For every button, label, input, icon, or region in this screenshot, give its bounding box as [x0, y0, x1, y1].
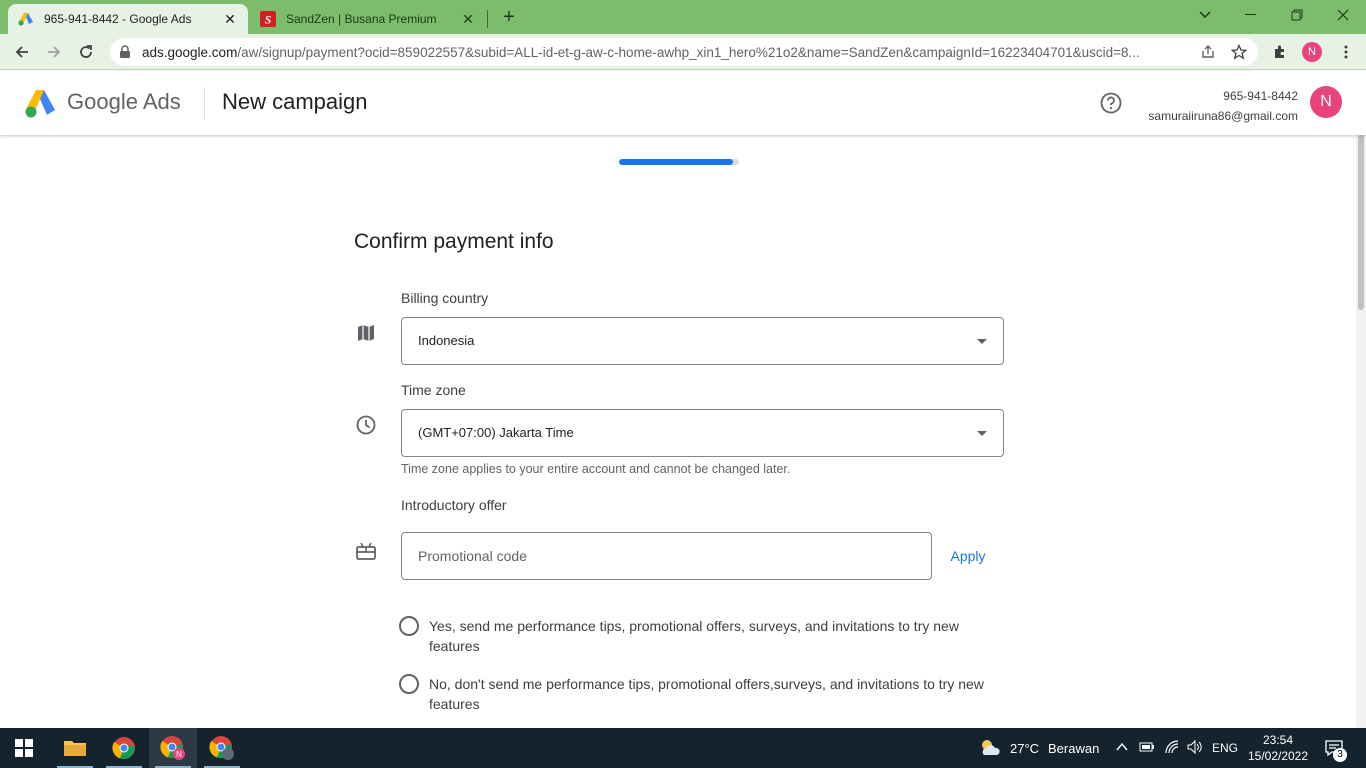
google-ads-icon [18, 13, 33, 26]
billing-country-value: Indonesia [418, 333, 475, 348]
wifi-icon[interactable] [1164, 739, 1180, 755]
close-tab-icon[interactable]: ✕ [222, 11, 238, 27]
folder-icon [64, 741, 86, 756]
file-explorer-button[interactable] [51, 728, 99, 768]
chrome-button-1[interactable] [100, 728, 148, 768]
chrome-icon [112, 737, 135, 760]
chrome-button-3[interactable] [198, 728, 246, 768]
billing-country-label: Billing country [401, 290, 489, 306]
google-ads-logo[interactable] [24, 88, 56, 118]
opt-in-no-label: No, don't send me performance tips, prom… [429, 676, 984, 712]
tab-google-ads[interactable]: 965-941-8442 - Google Ads ✕ [8, 4, 248, 34]
chrome-profile-icon [209, 736, 234, 760]
browser-tab-strip: 965-941-8442 - Google Ads ✕ S SandZen | … [0, 0, 1366, 34]
apply-button[interactable]: Apply [941, 540, 995, 572]
tab-sandzen[interactable]: S SandZen | Busana Premium ✕ [250, 4, 486, 34]
clock-date: 15/02/2022 [1247, 749, 1309, 763]
page-title: New campaign [222, 89, 368, 114]
reload-button[interactable] [74, 40, 98, 64]
tab-title: 965-941-8442 - Google Ads [44, 12, 192, 26]
url-text: ads.google.com/aw/signup/payment?ocid=85… [142, 45, 1140, 60]
tab-title: SandZen | Busana Premium [286, 12, 437, 26]
scrollbar-thumb[interactable] [1358, 135, 1364, 310]
ads-brand-name: Google Ads [67, 89, 181, 114]
dropdown-arrow-icon [977, 431, 987, 436]
ads-header: Google Ads New campaign 965-941-8442 sam… [0, 71, 1366, 135]
account-avatar[interactable]: N [1310, 86, 1342, 118]
gift-card-icon [356, 542, 376, 560]
back-button[interactable] [10, 40, 34, 64]
intro-offer-label: Introductory offer [401, 497, 507, 513]
time-zone-value: (GMT+07:00) Jakarta Time [418, 425, 574, 440]
chrome-profile-icon: N [160, 736, 185, 760]
svg-text:S: S [265, 13, 272, 27]
radio-button[interactable] [399, 616, 419, 636]
time-zone-hint: Time zone applies to your entire account… [401, 462, 791, 476]
tab-divider [487, 10, 488, 28]
account-id: 965-941-8442 [1223, 89, 1298, 103]
map-icon [358, 325, 374, 341]
forward-button[interactable] [42, 40, 66, 64]
restore-button[interactable] [1274, 0, 1320, 30]
weather-desc[interactable]: Berawan [1048, 741, 1099, 756]
bookmark-star-icon[interactable] [1231, 44, 1247, 60]
svg-text:N: N [176, 750, 182, 759]
new-tab-button[interactable]: + [497, 6, 521, 28]
weather-temp[interactable]: 27°C [1010, 741, 1039, 756]
account-email: samuraiiruna86@gmail.com [1148, 109, 1298, 123]
progress-fill [619, 159, 733, 165]
close-window-button[interactable] [1320, 0, 1366, 30]
battery-icon[interactable] [1139, 740, 1155, 754]
more-menu-icon[interactable] [1338, 44, 1354, 60]
extensions-icon[interactable] [1272, 44, 1288, 60]
windows-logo-icon [15, 739, 33, 757]
opt-in-yes-label: Yes, send me performance tips, promotion… [429, 618, 959, 654]
language-indicator[interactable]: ENG [1212, 741, 1238, 755]
time-zone-select[interactable]: (GMT+07:00) Jakarta Time [401, 409, 1004, 457]
help-icon[interactable] [1100, 92, 1122, 114]
start-button[interactable] [0, 728, 48, 768]
share-icon[interactable] [1200, 44, 1216, 60]
close-tab-icon[interactable]: ✕ [460, 11, 476, 27]
clock-time: 23:54 [1262, 733, 1294, 747]
header-divider [204, 87, 205, 119]
radio-button[interactable] [399, 674, 419, 694]
system-clock[interactable]: 23:54 15/02/2022 [1246, 732, 1310, 764]
section-title: Confirm payment info [354, 230, 554, 253]
clock-icon [356, 415, 376, 435]
browser-toolbar: ads.google.com/aw/signup/payment?ocid=85… [0, 34, 1366, 70]
promo-code-input[interactable] [401, 532, 932, 580]
page-scrollbar[interactable] [1356, 135, 1366, 728]
weather-cloudy-icon[interactable] [978, 737, 1002, 759]
volume-icon[interactable] [1186, 739, 1204, 755]
chrome-button-2[interactable]: N [149, 728, 197, 768]
signup-progress-bar [619, 159, 739, 165]
dropdown-arrow-icon [977, 339, 987, 344]
lock-icon[interactable] [118, 45, 132, 59]
windows-taskbar: N 27°C Berawan ENG 23:54 15/02/2022 3 [0, 728, 1366, 768]
notification-count-badge: 3 [1333, 748, 1347, 762]
tab-search-icon[interactable] [1182, 0, 1228, 30]
sandzen-icon: S [260, 11, 276, 27]
chevron-up-icon[interactable] [1116, 742, 1128, 752]
billing-country-select[interactable]: Indonesia [401, 317, 1004, 365]
profile-avatar[interactable]: N [1302, 42, 1322, 62]
minimize-button[interactable] [1228, 0, 1274, 30]
address-bar[interactable]: ads.google.com/aw/signup/payment?ocid=85… [110, 38, 1258, 66]
time-zone-label: Time zone [401, 382, 466, 398]
main-content: Confirm payment info Billing country Ind… [0, 135, 1356, 728]
